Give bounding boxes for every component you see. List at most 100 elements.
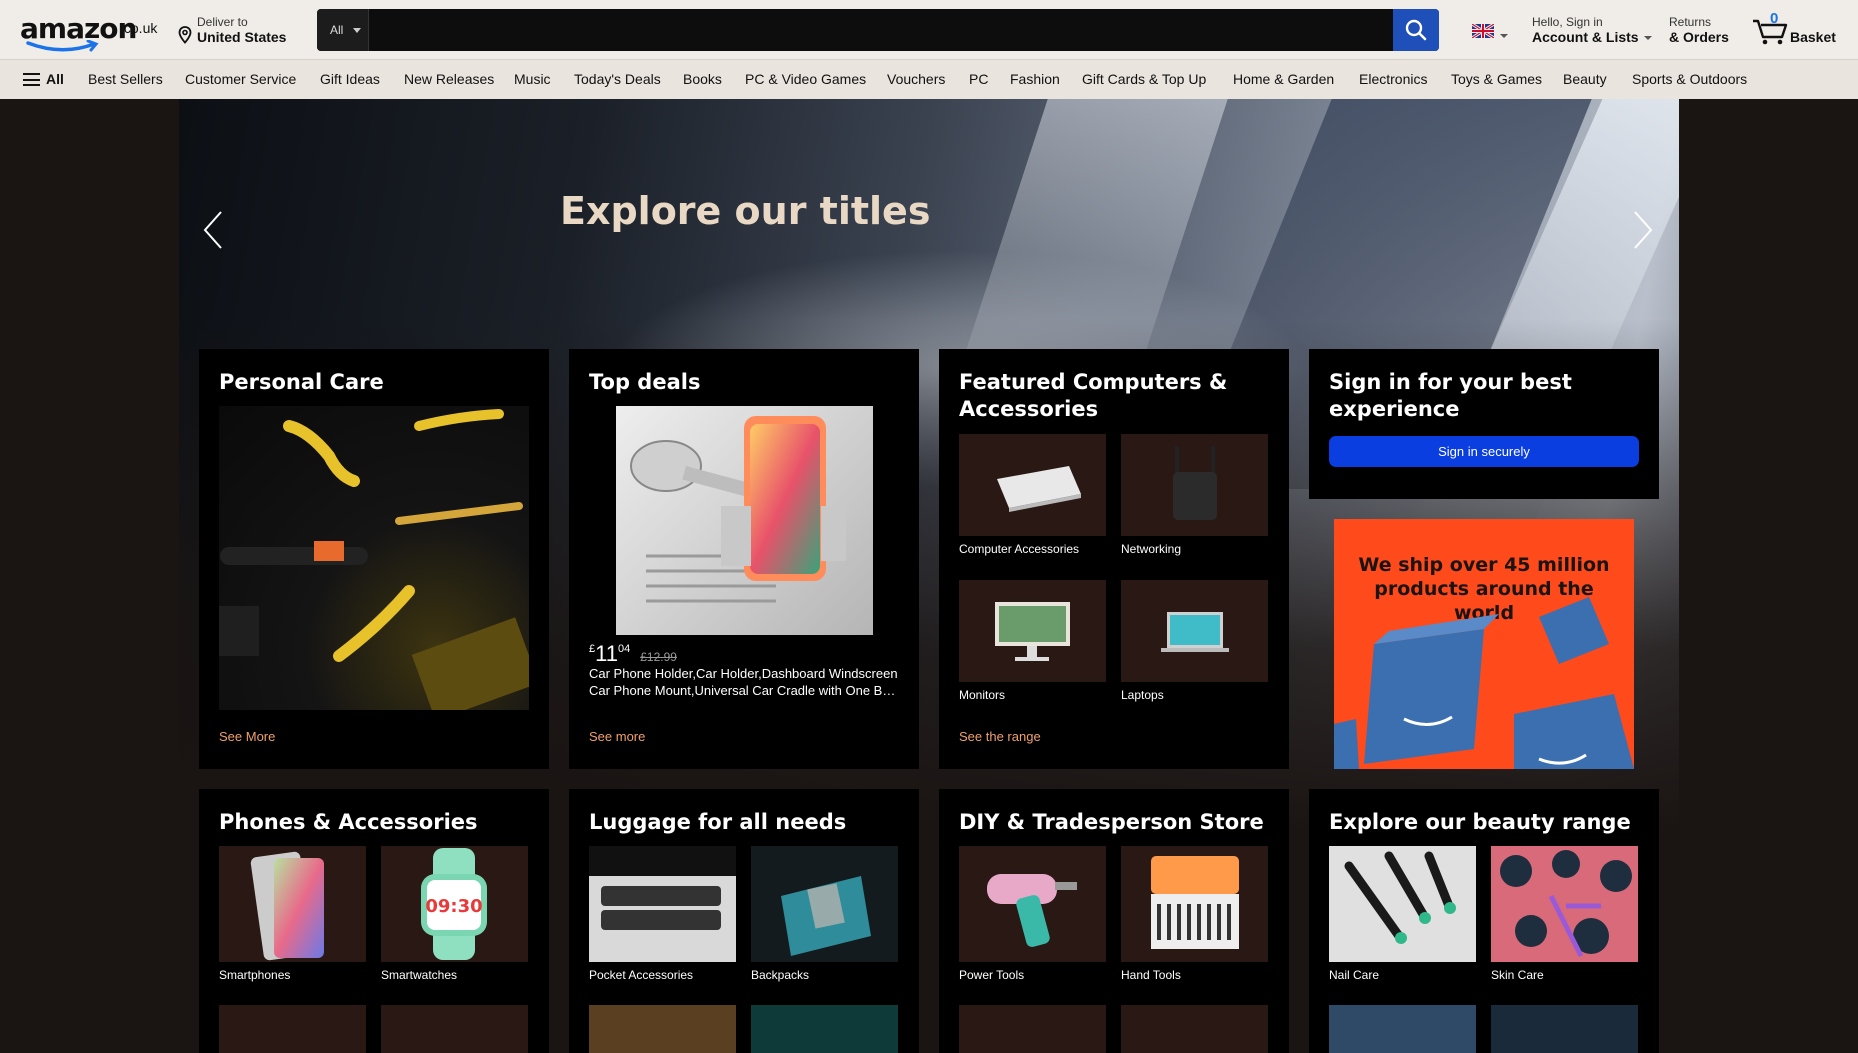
tile-backpacks[interactable]: Backpacks bbox=[751, 846, 898, 982]
deliver-label: Deliver to bbox=[197, 15, 248, 29]
card-title: Top deals bbox=[589, 370, 701, 394]
card-sign-in: Sign in for your best experience Sign in… bbox=[1309, 349, 1659, 499]
nav-item-vouchers[interactable]: Vouchers bbox=[887, 71, 945, 87]
skin-care-image bbox=[1491, 846, 1638, 962]
nav-all-menu[interactable]: All bbox=[23, 70, 69, 90]
price-whole: 11 bbox=[595, 641, 618, 666]
card-title: Explore our beauty range bbox=[1329, 810, 1631, 834]
card-featured-computers: Featured Computers & Accessories Compute… bbox=[939, 349, 1289, 769]
caret-down-icon bbox=[1644, 36, 1652, 40]
hamburger-icon bbox=[23, 73, 40, 86]
tile-image-partial[interactable] bbox=[1329, 1005, 1476, 1053]
nav-item-toys-games[interactable]: Toys & Games bbox=[1451, 71, 1542, 87]
tile-image-partial[interactable] bbox=[751, 1005, 898, 1053]
nav-item-new-releases[interactable]: New Releases bbox=[404, 71, 494, 87]
search-bar: All bbox=[317, 9, 1439, 51]
card-title: Featured Computers & Accessories bbox=[959, 370, 1228, 421]
see-the-range-link[interactable]: See the range bbox=[959, 729, 1041, 744]
card-title: DIY & Tradesperson Store bbox=[959, 810, 1264, 834]
tile-smartphones[interactable]: Smartphones bbox=[219, 846, 366, 982]
nav-item-fashion[interactable]: Fashion bbox=[1010, 71, 1060, 87]
sign-in-button[interactable]: Sign in securely bbox=[1329, 436, 1639, 467]
smile-arrow-icon bbox=[26, 40, 99, 52]
tile-pocket-accessories[interactable]: Pocket Accessories bbox=[589, 846, 736, 982]
tile-caption: Skin Care bbox=[1491, 968, 1544, 982]
basket-label: Basket bbox=[1790, 29, 1836, 45]
tile-image-partial[interactable] bbox=[589, 1005, 736, 1053]
tile-power-tools[interactable]: Power Tools bbox=[959, 846, 1106, 982]
router-image bbox=[1121, 434, 1268, 536]
tile-image-partial[interactable] bbox=[1121, 1005, 1268, 1053]
account-label: Account & Lists bbox=[1532, 29, 1639, 45]
nav-item-home-garden[interactable]: Home & Garden bbox=[1233, 71, 1334, 87]
nav-item-gift-ideas[interactable]: Gift Ideas bbox=[320, 71, 380, 87]
card-title: Luggage for all needs bbox=[589, 810, 847, 834]
card-title: Sign in for your best experience bbox=[1329, 370, 1572, 421]
tile-image-partial[interactable] bbox=[959, 1005, 1106, 1053]
basket[interactable]: 0 Basket bbox=[1752, 10, 1848, 50]
hero-title: Explore our titles bbox=[560, 189, 931, 233]
tile-caption: Pocket Accessories bbox=[589, 968, 694, 982]
language-caret-icon[interactable] bbox=[1500, 34, 1508, 38]
tile-image-partial[interactable] bbox=[219, 1005, 366, 1053]
tile-laptops[interactable]: Laptops bbox=[1121, 580, 1268, 702]
nav-item-gift-cards[interactable]: Gift Cards & Top Up bbox=[1082, 71, 1206, 87]
see-more-link[interactable]: See More bbox=[219, 729, 275, 744]
tile-networking[interactable]: Networking bbox=[1121, 434, 1268, 556]
nav-item-todays-deals[interactable]: Today's Deals bbox=[574, 71, 661, 87]
nav-item-electronics[interactable]: Electronics bbox=[1359, 71, 1427, 87]
card-title: Personal Care bbox=[219, 370, 384, 394]
deliver-to[interactable]: Deliver to United States bbox=[176, 12, 296, 48]
basket-count: 0 bbox=[1770, 10, 1779, 27]
nav-item-books[interactable]: Books bbox=[683, 71, 722, 87]
tile-image-partial[interactable] bbox=[381, 1005, 528, 1053]
card-top-deals: Top deals £1104 £12.99 Car Phone Holder,C… bbox=[569, 349, 919, 769]
tile-skin-care[interactable]: Skin Care bbox=[1491, 846, 1638, 982]
nav-item-beauty[interactable]: Beauty bbox=[1563, 71, 1607, 87]
tile-computer-accessories[interactable]: Computer Accessories bbox=[959, 434, 1106, 556]
tile-hand-tools[interactable]: Hand Tools bbox=[1121, 846, 1268, 982]
nav-item-best-sellers[interactable]: Best Sellers bbox=[88, 71, 163, 87]
power-tool-image bbox=[959, 846, 1106, 962]
nav-item-sports-outdoors[interactable]: Sports & Outdoors bbox=[1632, 71, 1747, 87]
deal-product-image[interactable] bbox=[616, 406, 873, 635]
returns-orders[interactable]: Returns & Orders bbox=[1669, 14, 1749, 48]
price-fraction: 04 bbox=[617, 643, 631, 655]
carousel-prev-icon[interactable] bbox=[201, 209, 225, 251]
tile-caption: Nail Care bbox=[1329, 968, 1380, 982]
shipping-banner[interactable]: We ship over 45 million products around … bbox=[1334, 519, 1634, 769]
tile-monitors[interactable]: Monitors bbox=[959, 580, 1106, 702]
see-more-link[interactable]: See more bbox=[589, 729, 645, 744]
card-title: Phones & Accessories bbox=[219, 810, 478, 834]
tile-nail-care[interactable]: Nail Care bbox=[1329, 846, 1476, 982]
search-button[interactable] bbox=[1393, 9, 1439, 51]
tile-caption: Monitors bbox=[959, 688, 1006, 702]
card-luggage: Luggage for all needs Pocket Accessories… bbox=[569, 789, 919, 1053]
tile-smartwatches[interactable]: 09:30 Smartwatches bbox=[381, 846, 528, 982]
caret-down-icon bbox=[353, 28, 361, 33]
tile-caption: Networking bbox=[1121, 542, 1182, 556]
nav-item-music[interactable]: Music bbox=[514, 71, 551, 87]
tile-image-partial[interactable] bbox=[1491, 1005, 1638, 1053]
uk-flag-icon[interactable] bbox=[1472, 24, 1494, 38]
returns-label: Returns bbox=[1669, 15, 1712, 29]
amazon-logo[interactable]: amazon .co.uk bbox=[20, 10, 160, 52]
hand-tools-image bbox=[1121, 846, 1268, 962]
card-personal-care: Personal Care See More bbox=[199, 349, 549, 769]
carousel-next-icon[interactable] bbox=[1631, 209, 1655, 251]
deal-price: £1104 £12.99 bbox=[589, 641, 677, 667]
nav-item-customer-service[interactable]: Customer Service bbox=[185, 71, 296, 87]
nav-all-label: All bbox=[46, 71, 64, 87]
keyboard-image bbox=[959, 434, 1106, 536]
top-header: amazon .co.uk Deliver to United States A… bbox=[0, 0, 1858, 59]
deal-description[interactable]: Car Phone Holder,Car Holder,Dashboard Wi… bbox=[589, 665, 899, 699]
card-beauty: Explore our beauty range Nail Care Skin … bbox=[1309, 789, 1659, 1053]
nav-item-pc-video-games[interactable]: PC & Video Games bbox=[745, 71, 866, 87]
account-lists[interactable]: Hello, Sign in Account & Lists bbox=[1532, 14, 1652, 48]
account-greeting: Hello, Sign in bbox=[1532, 15, 1603, 29]
search-category-dropdown[interactable]: All bbox=[317, 9, 369, 51]
backpack-image bbox=[751, 846, 898, 962]
nav-item-pc[interactable]: PC bbox=[969, 71, 988, 87]
search-input[interactable] bbox=[370, 9, 1390, 51]
personal-care-image[interactable] bbox=[219, 406, 529, 710]
